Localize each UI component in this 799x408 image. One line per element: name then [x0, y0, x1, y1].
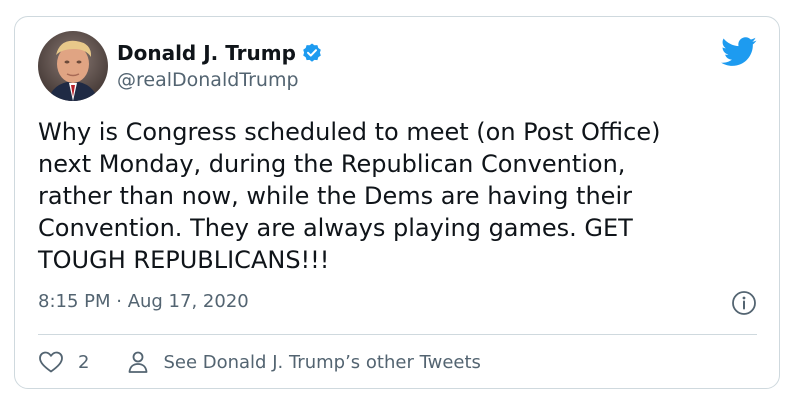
verified-badge-icon	[301, 42, 323, 64]
person-icon	[127, 350, 149, 374]
like-count[interactable]: 2	[78, 352, 89, 373]
see-other-tweets-label[interactable]: See Donald J. Trump’s other Tweets	[163, 352, 480, 373]
heart-icon[interactable]	[38, 350, 64, 374]
author-row[interactable]: Donald J. Trump	[117, 39, 323, 67]
tweet-text-line: Why is Congress scheduled to meet (on Po…	[38, 118, 661, 146]
author-name[interactable]: Donald J. Trump	[117, 39, 296, 67]
twitter-bird-icon[interactable]	[721, 37, 757, 67]
avatar[interactable]	[38, 31, 108, 101]
divider	[38, 334, 757, 335]
tweet-text-line: Convention. They are always playing game…	[38, 214, 633, 242]
tweet-text-line: rather than now, while the Dems are havi…	[38, 182, 632, 210]
see-other-tweets-link[interactable]: See Donald J. Trump’s other Tweets	[127, 350, 481, 374]
tweet-timestamp[interactable]: 8:15 PM · Aug 17, 2020	[38, 290, 249, 314]
author-handle[interactable]: @realDonaldTrump	[117, 66, 299, 94]
tweet-text: Why is Congress scheduled to meet (on Po…	[38, 116, 758, 276]
tweet-actions: 2 See Donald J. Trump’s other Tweets	[38, 348, 481, 376]
tweet-card: Donald J. Trump @realDonaldTrump Why is …	[14, 16, 780, 389]
tweet-text-line: next Monday, during the Republican Conve…	[38, 150, 626, 178]
info-icon[interactable]	[731, 290, 757, 316]
tweet-text-line: TOUGH REPUBLICANS!!!	[38, 246, 330, 274]
